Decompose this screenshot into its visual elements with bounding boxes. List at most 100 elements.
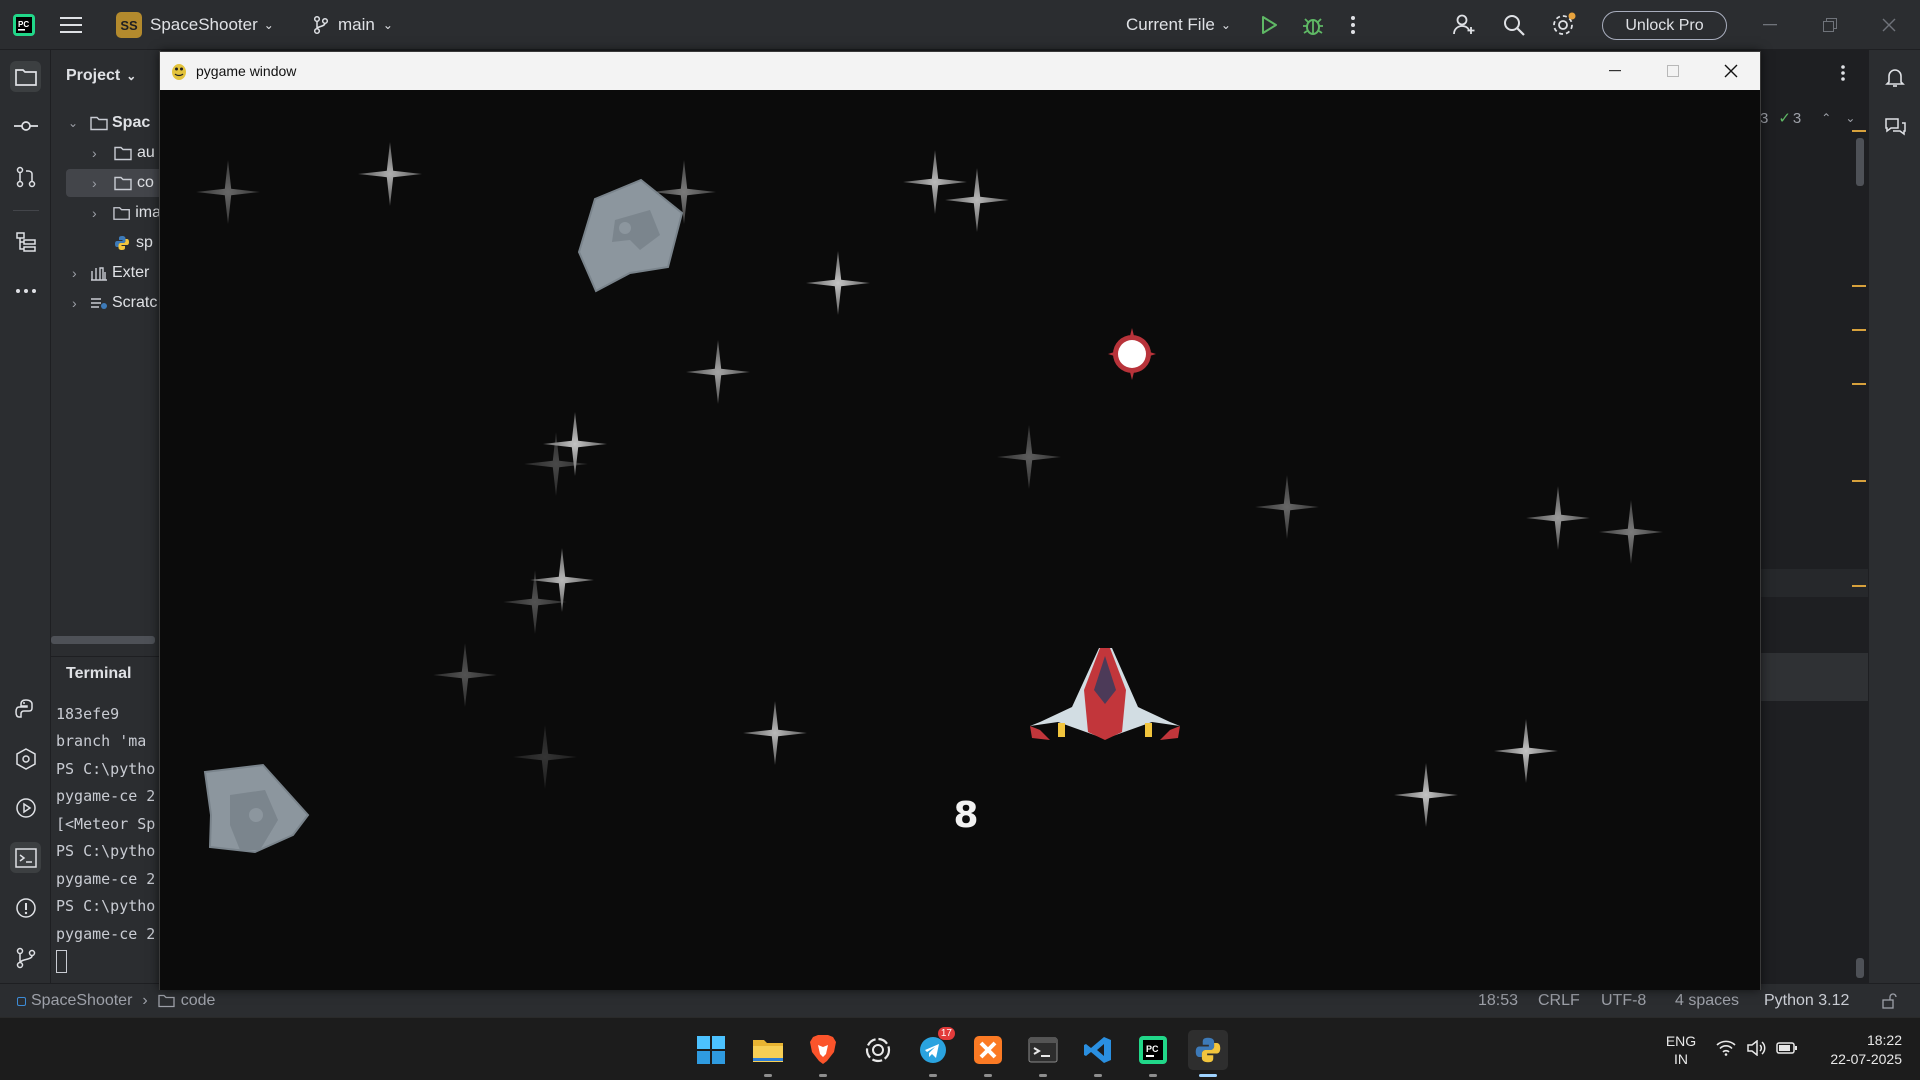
run-config-selector[interactable]: Current File ⌄ [1126, 0, 1231, 50]
tree-item-audio[interactable]: › au [92, 139, 161, 167]
run-icon[interactable] [1260, 0, 1278, 50]
background-star [903, 150, 967, 214]
pygame-window[interactable]: pygame window 8 [159, 51, 1761, 990]
gutter-marker[interactable] [1852, 480, 1866, 482]
chevron-right-icon: › [142, 992, 148, 1009]
tree-item-external-libraries[interactable]: › Exter [68, 259, 161, 287]
add-user-icon[interactable] [1452, 0, 1476, 50]
python-interpreter[interactable]: Python 3.12 [1764, 984, 1849, 1018]
tree-item-python-file[interactable]: sp [114, 229, 161, 257]
region-code: IN [1674, 1051, 1688, 1067]
python-taskbar-icon[interactable] [1188, 1030, 1228, 1077]
python-packages-icon[interactable] [10, 693, 41, 724]
vertical-scrollbar[interactable] [1856, 138, 1864, 186]
pycharm-logo-icon[interactable]: PC [12, 0, 36, 50]
terminal-title: Terminal [66, 665, 132, 682]
breadcrumb-folder[interactable]: code [181, 992, 216, 1010]
project-panel-title: Project [66, 67, 121, 84]
more-tools-icon[interactable] [10, 275, 41, 306]
ai-assistant-icon[interactable] [1879, 111, 1910, 142]
xampp-icon[interactable] [968, 1030, 1008, 1077]
tree-item-scratches[interactable]: › Scratc [68, 289, 161, 317]
background-star [196, 160, 260, 224]
pycharm-taskbar-icon[interactable]: PC [1133, 1030, 1173, 1077]
settings-gear-icon[interactable] [1551, 0, 1577, 50]
unlock-pro-button[interactable]: Unlock Pro [1602, 11, 1727, 40]
problems-icon[interactable] [10, 892, 41, 923]
gutter-marker[interactable] [1852, 383, 1866, 385]
folder-icon [158, 994, 175, 1008]
windows-start-icon[interactable] [691, 1030, 731, 1070]
folder-icon [114, 176, 132, 190]
debug-icon[interactable] [1302, 0, 1324, 50]
gutter-marker[interactable] [1852, 130, 1866, 132]
close-icon[interactable] [1702, 52, 1760, 90]
scrollbar-bottom[interactable] [1856, 958, 1864, 978]
run-tool-icon[interactable] [10, 792, 41, 823]
breadcrumb-project[interactable]: SpaceShooter [31, 992, 132, 1010]
current-line-highlight [1760, 569, 1868, 597]
editor-area: 3 ✓ 3 ⌃ ⌄ [1760, 50, 1868, 983]
running-indicator [1094, 1074, 1102, 1077]
laser-impact [1108, 328, 1156, 380]
system-tray[interactable] [1716, 1040, 1798, 1056]
gutter-marker[interactable] [1852, 285, 1866, 287]
terminal-line: 183efe9 [56, 705, 120, 723]
gutter-marker[interactable] [1852, 329, 1866, 331]
git-icon[interactable] [10, 942, 41, 973]
game-canvas[interactable]: 8 [160, 90, 1760, 990]
structure-icon[interactable] [10, 226, 41, 257]
notifications-bell-icon[interactable] [1879, 61, 1910, 92]
project-switcher[interactable]: SS SpaceShooter ⌄ [116, 0, 274, 50]
maximize-icon[interactable] [1644, 52, 1702, 90]
more-options-icon[interactable] [1840, 64, 1846, 87]
check-count: 3 [1792, 109, 1802, 127]
tree-item-code[interactable]: › co [66, 169, 161, 197]
chatgpt-icon[interactable] [858, 1030, 898, 1070]
close-icon[interactable] [1882, 0, 1896, 50]
inspection-widget[interactable]: 3 ✓ 3 ⌃ ⌄ [1760, 108, 1855, 128]
terminal-panel: Terminal 183efe9 branch 'ma PS C:\pytho … [51, 656, 161, 983]
telegram-icon[interactable]: 17 [913, 1027, 955, 1077]
terminal-tool-icon[interactable] [10, 842, 41, 873]
check-icon: ✓ [1778, 110, 1791, 127]
pygame-title-bar[interactable]: pygame window [160, 52, 1760, 90]
chevron-down-icon: ⌄ [126, 69, 137, 83]
clock[interactable]: 18:22 22-07-2025 [1812, 1031, 1902, 1069]
gutter-marker[interactable] [1852, 585, 1866, 587]
minimize-icon[interactable] [1586, 52, 1644, 90]
background-star [1394, 763, 1458, 827]
terminal-app-icon[interactable] [1023, 1030, 1063, 1077]
tree-item-label: Spac [112, 114, 151, 131]
volume-icon [1747, 1040, 1766, 1056]
background-star [433, 643, 497, 707]
language-code: ENG [1665, 1033, 1697, 1049]
readonly-lock-icon[interactable] [1881, 984, 1897, 1018]
horizontal-scrollbar[interactable] [51, 636, 155, 644]
tree-item-root[interactable]: ⌄ Spac [68, 109, 161, 137]
chevron-right-icon: › [92, 145, 97, 161]
commit-icon[interactable] [10, 110, 41, 141]
project-tool-icon[interactable] [10, 61, 41, 92]
library-icon [91, 266, 107, 281]
folder-icon [90, 116, 108, 130]
language-indicator[interactable]: ENG IN [1661, 1032, 1701, 1068]
branch-switcher[interactable]: main ⌄ [312, 0, 393, 50]
pull-requests-icon[interactable] [10, 161, 41, 192]
more-actions-icon[interactable] [1350, 0, 1356, 50]
terminal-cursor[interactable] [56, 950, 67, 973]
tree-item-label: co [137, 174, 154, 191]
right-tool-strip [1868, 50, 1920, 983]
chevron-up-icon: ⌃ [1821, 111, 1832, 125]
minimize-icon[interactable] [1763, 0, 1777, 50]
project-panel-header[interactable]: Project ⌄ [66, 62, 136, 90]
services-icon[interactable] [10, 743, 41, 774]
vscode-icon[interactable] [1078, 1030, 1118, 1077]
brave-browser-icon[interactable] [803, 1030, 843, 1077]
search-icon[interactable] [1502, 0, 1526, 50]
main-menu-icon[interactable] [60, 0, 82, 50]
chevron-right-icon: › [72, 295, 77, 311]
file-explorer-icon[interactable] [748, 1030, 788, 1077]
tree-item-images[interactable]: › ima [92, 199, 161, 227]
restore-icon[interactable] [1823, 0, 1837, 50]
